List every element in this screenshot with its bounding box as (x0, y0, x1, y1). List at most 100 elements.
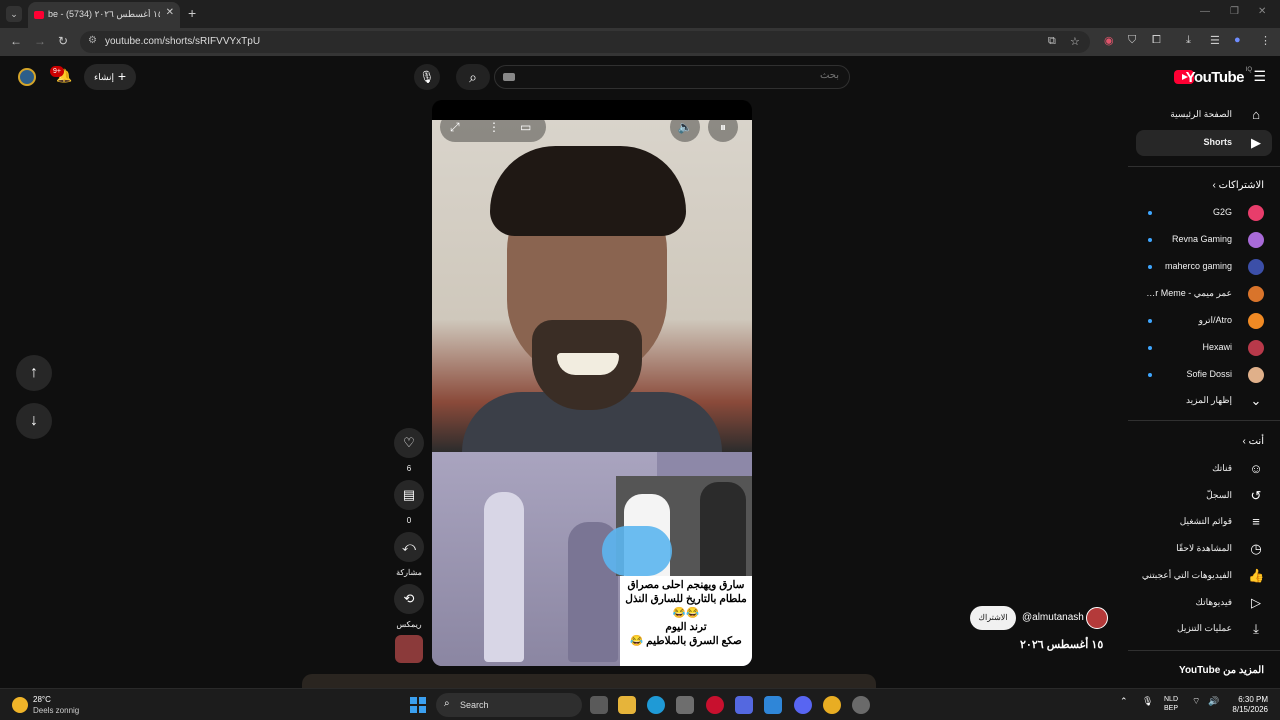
share-icon[interactable]: ⤺ (394, 532, 424, 562)
channel-icon: ☺ (1249, 461, 1263, 476)
mic-icon[interactable]: 🎙 (414, 64, 440, 90)
account-avatar[interactable] (18, 68, 36, 86)
channel-avatar (1248, 286, 1264, 302)
subscriptions-heading[interactable]: الاشتراكات › (1212, 180, 1264, 191)
opera-gx-icon[interactable] (706, 696, 724, 714)
remix-icon[interactable]: ⟲ (394, 584, 424, 614)
taskbar-search[interactable]: ⌕ Search (436, 693, 582, 717)
extensions-puzzle-icon[interactable]: ⧠ (1152, 34, 1161, 47)
reload-button[interactable]: ↻ (58, 34, 68, 48)
keyboard-icon[interactable] (503, 73, 515, 81)
subscription-item[interactable]: maherco gaming (1128, 254, 1280, 280)
sidebar-item-watch-later[interactable]: ◷ المشاهدة لاحقًا (1128, 536, 1280, 562)
sidebar-item-home[interactable]: ⌂ الصفحة الرئيسية (1128, 102, 1280, 128)
search-button[interactable]: ⌕ (456, 64, 490, 90)
new-tab-button[interactable]: + (188, 5, 196, 21)
pause-icon[interactable]: ⏸ (708, 112, 738, 142)
sound-thumbnail[interactable] (395, 635, 423, 663)
browser-navbar: ← → ↻ ⚙ youtube.com/shorts/sRIFVVYxTpU ⧉… (0, 28, 1280, 56)
subscription-item[interactable]: Revna Gaming (1128, 227, 1280, 253)
subscription-item[interactable]: G2G (1128, 200, 1280, 226)
tab-search-button[interactable]: ⌄ (6, 6, 22, 22)
reading-list-icon[interactable]: ☰ (1210, 34, 1220, 47)
subscription-item[interactable]: عمر ميمي - Omar Meme (1128, 281, 1280, 307)
like-action[interactable]: ♡ 6 (394, 428, 424, 473)
volume-icon[interactable]: 🔈 (670, 112, 700, 142)
next-short-preview[interactable] (302, 674, 876, 688)
bookmark-star-icon[interactable]: ☆ (1070, 35, 1080, 48)
grid-app-icon[interactable] (764, 696, 782, 714)
fullscreen-icon[interactable]: ⤢ (450, 112, 460, 142)
minimize-button[interactable]: — (1200, 6, 1210, 17)
sidebar-item-liked[interactable]: 👍 الفيديوهات التي أعجبتني (1128, 563, 1280, 589)
tab-close-icon[interactable]: ✕ (166, 7, 174, 18)
window-close-button[interactable]: ✕ (1258, 6, 1266, 17)
weather-temperature[interactable]: 28°C (33, 695, 51, 704)
more-options-icon[interactable]: ⋮ (488, 112, 500, 142)
maximize-button[interactable]: ❐ (1230, 6, 1239, 17)
windows-start-icon[interactable] (410, 697, 426, 713)
input-language[interactable]: NLD BEP (1164, 695, 1178, 713)
channel-avatar[interactable] (1086, 607, 1108, 629)
subscription-item[interactable]: Atro/اترو (1128, 308, 1280, 334)
volume-icon[interactable]: 🔊 (1208, 696, 1219, 707)
network-icon[interactable]: ⌔ (1192, 696, 1200, 707)
share-action[interactable]: ⤺ مشاركة (394, 532, 424, 577)
tray-chevron-up-icon[interactable]: ⌃ (1120, 696, 1128, 707)
edge-browser-icon[interactable] (647, 696, 665, 714)
file-explorer-icon[interactable] (618, 696, 636, 714)
youtube-logo[interactable]: YouTube IQ (1164, 67, 1252, 87)
menu-icon[interactable]: ☰ (1253, 68, 1266, 85)
weather-sun-icon[interactable] (12, 697, 28, 713)
history-icon: ↺ (1250, 488, 1262, 503)
task-view-icon[interactable] (590, 696, 608, 714)
download-icon: ⤓ (1253, 621, 1259, 636)
sidebar-item-downloads[interactable]: ⤓ عمليات التنزيل (1128, 616, 1280, 642)
remix-action[interactable]: ⟲ ريمكس (394, 584, 424, 629)
search-box[interactable] (494, 65, 850, 89)
store-icon[interactable] (676, 696, 694, 714)
sidebar-item-shorts[interactable]: ▶ Shorts (1136, 130, 1272, 156)
app-icon[interactable] (735, 696, 753, 714)
short-video-player[interactable]: سارق ويهنجم احلى مصراق ملطام بالتاريخ لل… (432, 100, 752, 666)
address-bar[interactable]: ⚙ youtube.com/shorts/sRIFVVYxTpU ⧉ ☆ (80, 31, 1090, 53)
sidebar-item-history[interactable]: ↺ السجلّ (1128, 483, 1280, 509)
next-short-button[interactable]: ↓ (16, 403, 52, 439)
captions-icon[interactable]: ▭ (520, 112, 531, 142)
shield-icon[interactable]: ⛉ (1128, 34, 1136, 47)
sidebar-item-your-videos[interactable]: ▷ فيديوهاتك (1128, 590, 1280, 616)
sidebar-item-channel[interactable]: ☺ قناتك (1128, 456, 1280, 482)
subscription-item[interactable]: Sofie Dossi (1128, 362, 1280, 388)
previous-short-button[interactable]: ↑ (16, 355, 52, 391)
site-info-icon[interactable]: ⚙ (88, 35, 97, 46)
comment-action[interactable]: ▤ 0 (394, 480, 424, 525)
app-icon[interactable] (852, 696, 870, 714)
discord-icon[interactable] (794, 696, 812, 714)
comment-icon[interactable]: ▤ (394, 480, 424, 510)
browser-tab[interactable]: be - ١٥ أغسطس ٢٠٢٦ (5734) ✕ (28, 2, 180, 28)
heart-icon[interactable]: ♡ (394, 428, 424, 458)
browser-menu-icon[interactable]: ⋮ (1260, 34, 1271, 47)
sidebar-item-playlists[interactable]: ≡ قوائم التشغيل (1128, 509, 1280, 535)
subscribe-button[interactable]: الاشتراك (970, 606, 1016, 630)
sidebar-item-label: فيديوهاتك (1195, 597, 1232, 607)
you-heading[interactable]: أنت › (1243, 436, 1265, 447)
show-more-button[interactable]: ⌄ إظهار المزيد (1128, 388, 1280, 414)
forward-button[interactable]: → (34, 34, 46, 48)
cast-icon[interactable]: ⧉ (1048, 35, 1056, 48)
subscription-item[interactable]: Hexawi (1128, 335, 1280, 361)
new-content-dot (1148, 238, 1152, 242)
comment-count: 0 (406, 516, 412, 525)
channel-handle[interactable]: @almutanash (1022, 612, 1084, 623)
search-input[interactable] (539, 70, 839, 81)
caption-line: ملطام بالتاريخ للسارق النذل (625, 593, 747, 605)
download-icon[interactable]: ⤓ (1186, 34, 1191, 47)
weather-description[interactable]: Deels zonnig (33, 706, 79, 715)
mic-tray-icon[interactable]: 🎙 (1142, 696, 1153, 707)
extension-icon[interactable]: ◉ (1104, 34, 1114, 47)
create-button[interactable]: + إنشاء (84, 64, 136, 90)
profile-icon[interactable]: ● (1234, 34, 1241, 46)
chrome-icon[interactable] (823, 696, 841, 714)
clock[interactable]: 6:30 PM 8/15/2026 (1228, 695, 1268, 715)
back-button[interactable]: ← (10, 34, 22, 48)
